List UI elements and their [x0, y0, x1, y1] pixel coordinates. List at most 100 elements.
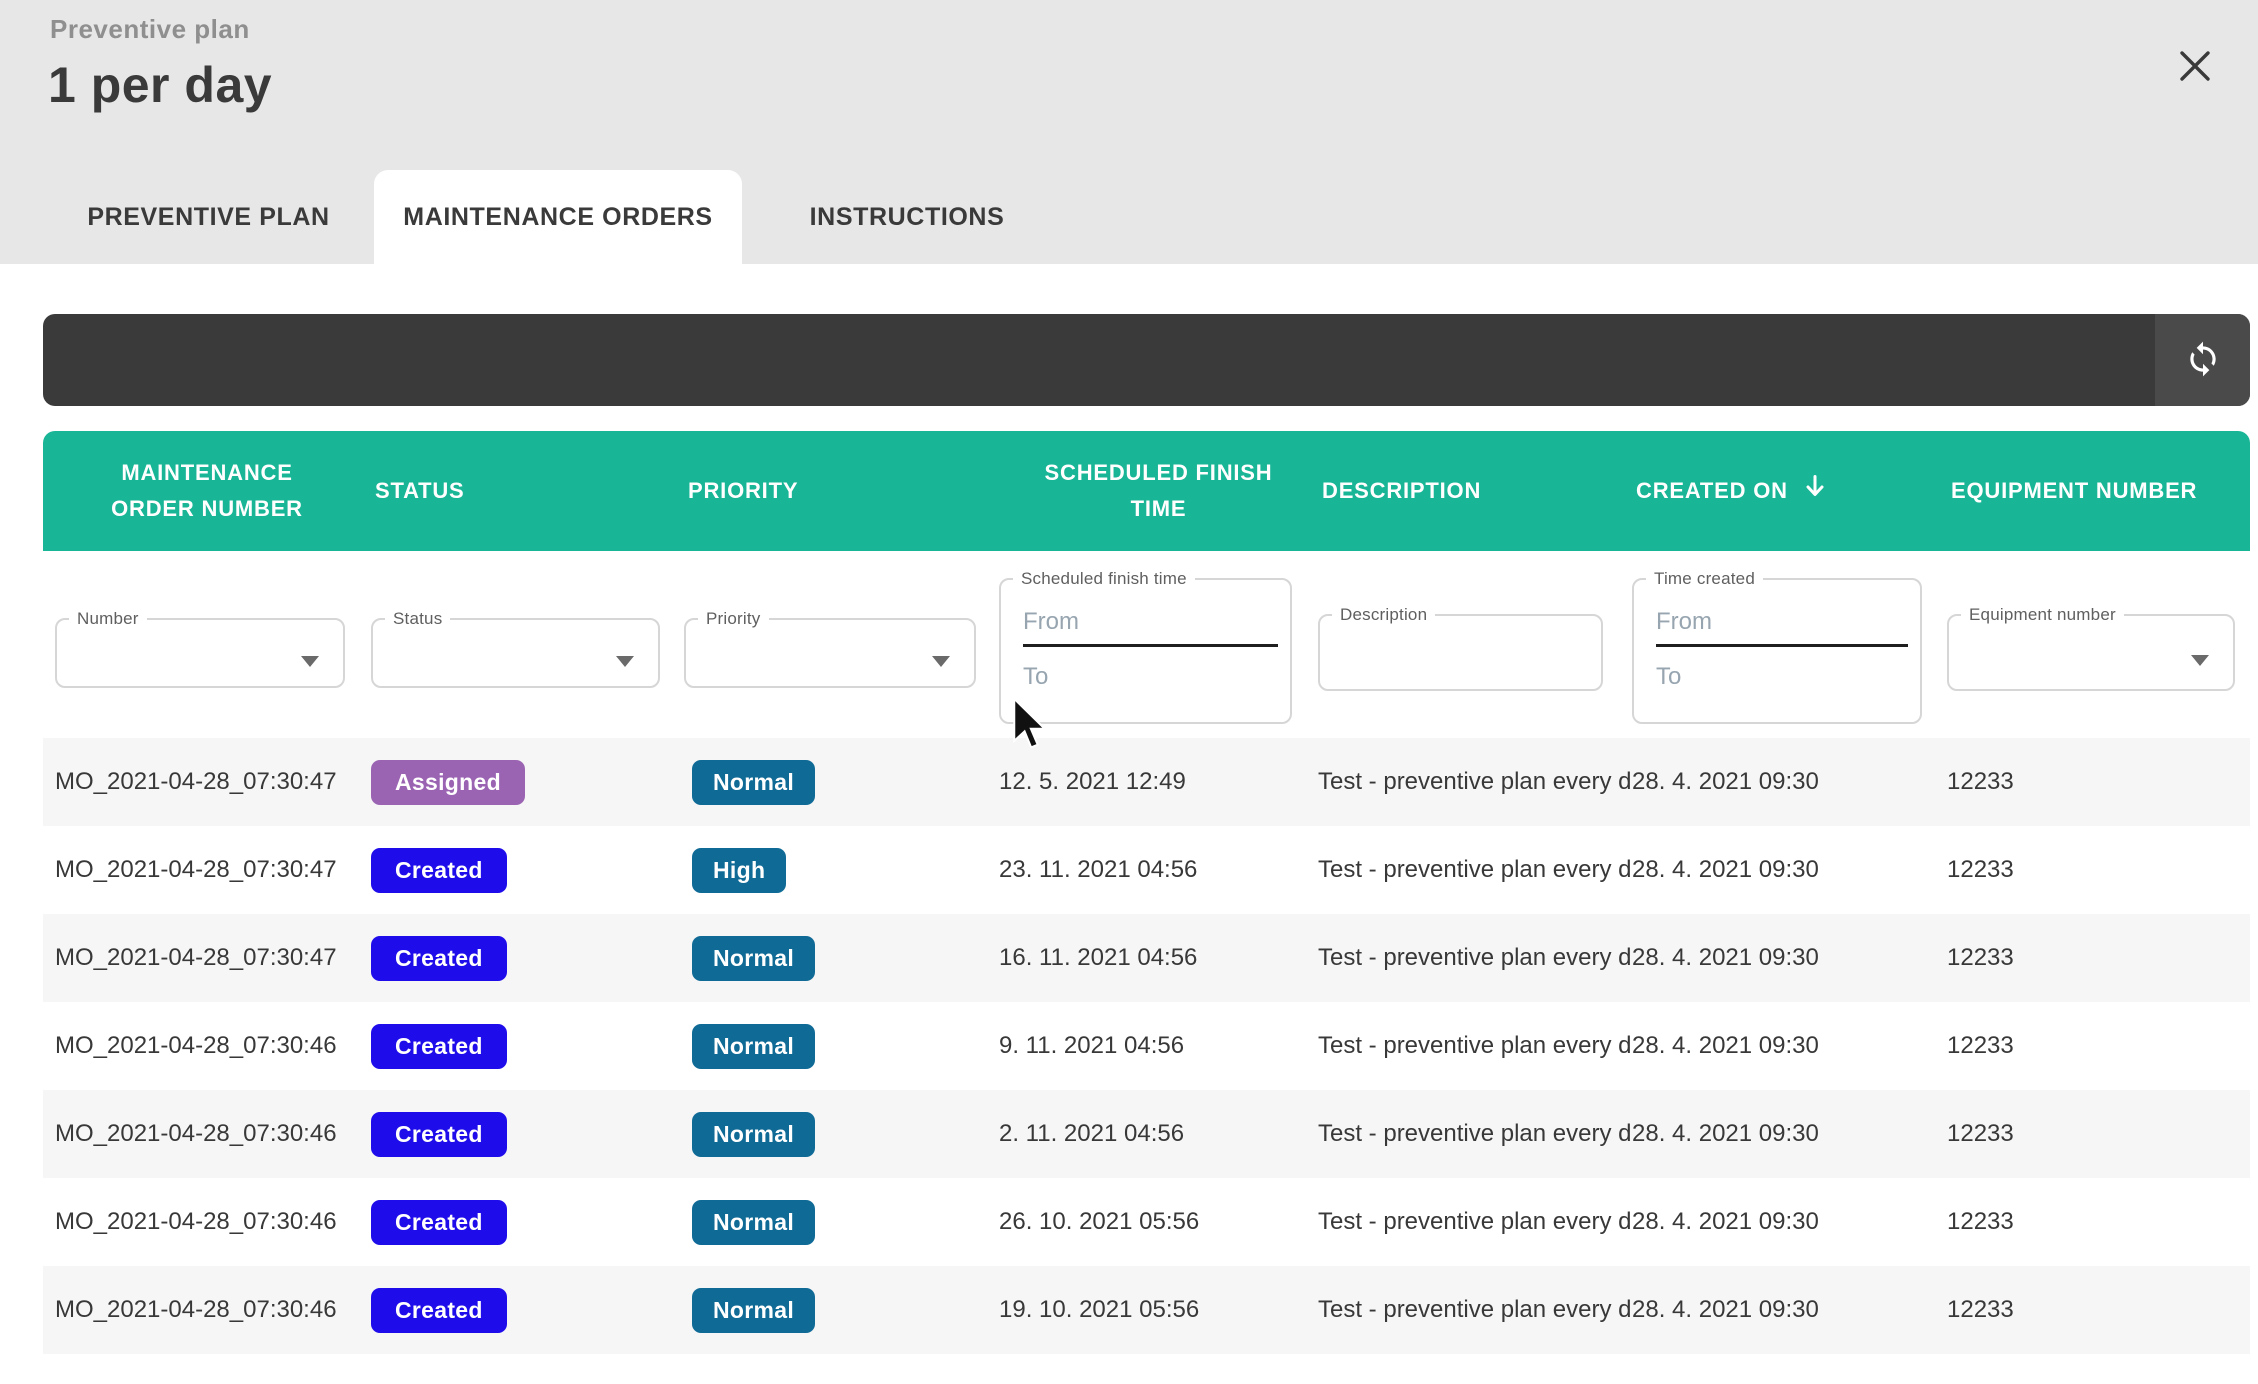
column-header-created-on[interactable]: CREATED ON	[1632, 431, 1947, 551]
tab-bar: PREVENTIVE PLAN MAINTENANCE ORDERS INSTR…	[43, 170, 1072, 264]
table-row[interactable]: MO_2021-04-28_07:30:46 Created Normal 19…	[43, 1266, 2250, 1354]
priority-badge: Normal	[692, 1112, 815, 1157]
status-cell: Created	[371, 1288, 684, 1333]
equipment-number-cell: 12233	[1947, 1208, 2250, 1236]
column-header-status[interactable]: STATUS	[371, 431, 684, 551]
status-cell: Created	[371, 848, 684, 893]
table-row[interactable]: MO_2021-04-28_07:30:46 Created Normal 26…	[43, 1178, 2250, 1266]
status-filter-select[interactable]: Status	[371, 609, 660, 688]
dialog-header: Preventive plan 1 per day PREVENTIVE PLA…	[0, 0, 2258, 264]
header-line: EQUIPMENT NUMBER	[1951, 473, 2197, 509]
time-created-filter: Time created From To	[1632, 569, 1922, 724]
table-toolbar	[43, 314, 2250, 406]
tab-preventive-plan[interactable]: PREVENTIVE PLAN	[43, 170, 374, 264]
table-row[interactable]: MO_2021-04-28_07:30:47 Created High 23. …	[43, 826, 2250, 914]
mo-number-cell: MO_2021-04-28_07:30:46	[43, 1296, 371, 1324]
scheduled-finish-time-cell: 16. 11. 2021 04:56	[999, 944, 1318, 972]
scheduled-to-input[interactable]: To	[1023, 663, 1278, 691]
column-header-description[interactable]: DESCRIPTION	[1318, 431, 1632, 551]
header-line: DESCRIPTION	[1322, 473, 1481, 509]
time-created-filter-label: Time created	[1646, 569, 1763, 589]
status-badge: Created	[371, 848, 507, 893]
number-filter-label: Number	[69, 609, 147, 629]
tab-label: MAINTENANCE ORDERS	[403, 203, 712, 232]
maintenance-orders-table: MAINTENANCE ORDER NUMBER STATUS PRIORITY…	[43, 431, 2250, 1354]
priority-badge: High	[692, 848, 786, 893]
status-badge: Created	[371, 936, 507, 981]
equipment-number-cell: 12233	[1947, 1032, 2250, 1060]
status-badge: Created	[371, 1024, 507, 1069]
scheduled-finish-time-cell: 26. 10. 2021 05:56	[999, 1208, 1318, 1236]
header-line: PRIORITY	[688, 473, 798, 509]
close-button[interactable]	[2172, 44, 2218, 90]
created-on-cell: 28. 4. 2021 09:30	[1632, 768, 1947, 796]
description-cell: Test - preventive plan every d…	[1318, 1208, 1632, 1236]
column-header-maintenance-order-number[interactable]: MAINTENANCE ORDER NUMBER	[43, 431, 371, 551]
equipment-number-filter-select[interactable]: Equipment number	[1947, 605, 2235, 691]
mo-number-cell: MO_2021-04-28_07:30:46	[43, 1120, 371, 1148]
table-row[interactable]: MO_2021-04-28_07:30:47 Created Normal 16…	[43, 914, 2250, 1002]
priority-filter-select[interactable]: Priority	[684, 609, 976, 688]
priority-cell: Normal	[684, 1288, 999, 1333]
tab-label: PREVENTIVE PLAN	[87, 203, 329, 232]
column-header-priority[interactable]: PRIORITY	[684, 431, 999, 551]
tab-maintenance-orders[interactable]: MAINTENANCE ORDERS	[374, 170, 742, 264]
equipment-number-cell: 12233	[1947, 768, 2250, 796]
scheduled-finish-time-filter: Scheduled finish time From To	[999, 569, 1292, 724]
priority-filter-label: Priority	[698, 609, 769, 629]
created-on-cell: 28. 4. 2021 09:30	[1632, 1032, 1947, 1060]
status-cell: Created	[371, 1112, 684, 1157]
chevron-down-icon	[2191, 655, 2209, 666]
status-badge: Assigned	[371, 760, 525, 805]
status-cell: Created	[371, 1024, 684, 1069]
equipment-number-filter-label: Equipment number	[1961, 605, 2124, 625]
equipment-number-cell: 12233	[1947, 1296, 2250, 1324]
header-line: STATUS	[375, 473, 465, 509]
time-created-from-input[interactable]: From	[1656, 599, 1908, 647]
status-badge: Created	[371, 1288, 507, 1333]
description-filter-label: Description	[1332, 605, 1435, 625]
priority-badge: Normal	[692, 1024, 815, 1069]
chevron-down-icon	[301, 656, 319, 667]
created-on-cell: 28. 4. 2021 09:30	[1632, 1120, 1947, 1148]
scheduled-finish-time-filter-label: Scheduled finish time	[1013, 569, 1195, 589]
scheduled-finish-time-cell: 23. 11. 2021 04:56	[999, 856, 1318, 884]
number-filter-select[interactable]: Number	[55, 609, 345, 688]
mo-number-cell: MO_2021-04-28_07:30:46	[43, 1032, 371, 1060]
refresh-button[interactable]	[2155, 314, 2250, 406]
close-icon	[2177, 48, 2213, 87]
priority-cell: High	[684, 848, 999, 893]
tab-instructions[interactable]: INSTRUCTIONS	[742, 170, 1072, 264]
table-row[interactable]: MO_2021-04-28_07:30:46 Created Normal 9.…	[43, 1002, 2250, 1090]
table-filter-row: Number Status Priority Scheduled finish …	[43, 551, 2250, 738]
status-cell: Created	[371, 1200, 684, 1245]
table-header-row: MAINTENANCE ORDER NUMBER STATUS PRIORITY…	[43, 431, 2250, 551]
header-line: TIME	[1131, 491, 1187, 527]
description-filter-input[interactable]: Description	[1318, 605, 1603, 691]
status-badge: Created	[371, 1200, 507, 1245]
description-cell: Test - preventive plan every d…	[1318, 944, 1632, 972]
created-on-cell: 28. 4. 2021 09:30	[1632, 1296, 1947, 1324]
mo-number-cell: MO_2021-04-28_07:30:46	[43, 1208, 371, 1236]
created-on-cell: 28. 4. 2021 09:30	[1632, 856, 1947, 884]
table-row[interactable]: MO_2021-04-28_07:30:46 Created Normal 2.…	[43, 1090, 2250, 1178]
header-line: SCHEDULED FINISH	[1045, 455, 1273, 491]
status-cell: Assigned	[371, 760, 684, 805]
priority-cell: Normal	[684, 936, 999, 981]
column-header-equipment-number[interactable]: EQUIPMENT NUMBER	[1947, 431, 2250, 551]
time-created-to-input[interactable]: To	[1656, 663, 1908, 691]
scheduled-finish-time-cell: 19. 10. 2021 05:56	[999, 1296, 1318, 1324]
priority-cell: Normal	[684, 1024, 999, 1069]
sort-desc-icon	[1802, 473, 1828, 510]
priority-badge: Normal	[692, 1288, 815, 1333]
page-title: 1 per day	[48, 56, 272, 114]
tab-label: INSTRUCTIONS	[810, 203, 1005, 232]
table-row[interactable]: MO_2021-04-28_07:30:47 Assigned Normal 1…	[43, 738, 2250, 826]
scheduled-from-input[interactable]: From	[1023, 599, 1278, 647]
scheduled-finish-time-cell: 9. 11. 2021 04:56	[999, 1032, 1318, 1060]
mo-number-cell: MO_2021-04-28_07:30:47	[43, 856, 371, 884]
priority-cell: Normal	[684, 760, 999, 805]
column-header-scheduled-finish-time[interactable]: SCHEDULED FINISH TIME	[999, 431, 1318, 551]
priority-cell: Normal	[684, 1200, 999, 1245]
priority-badge: Normal	[692, 936, 815, 981]
